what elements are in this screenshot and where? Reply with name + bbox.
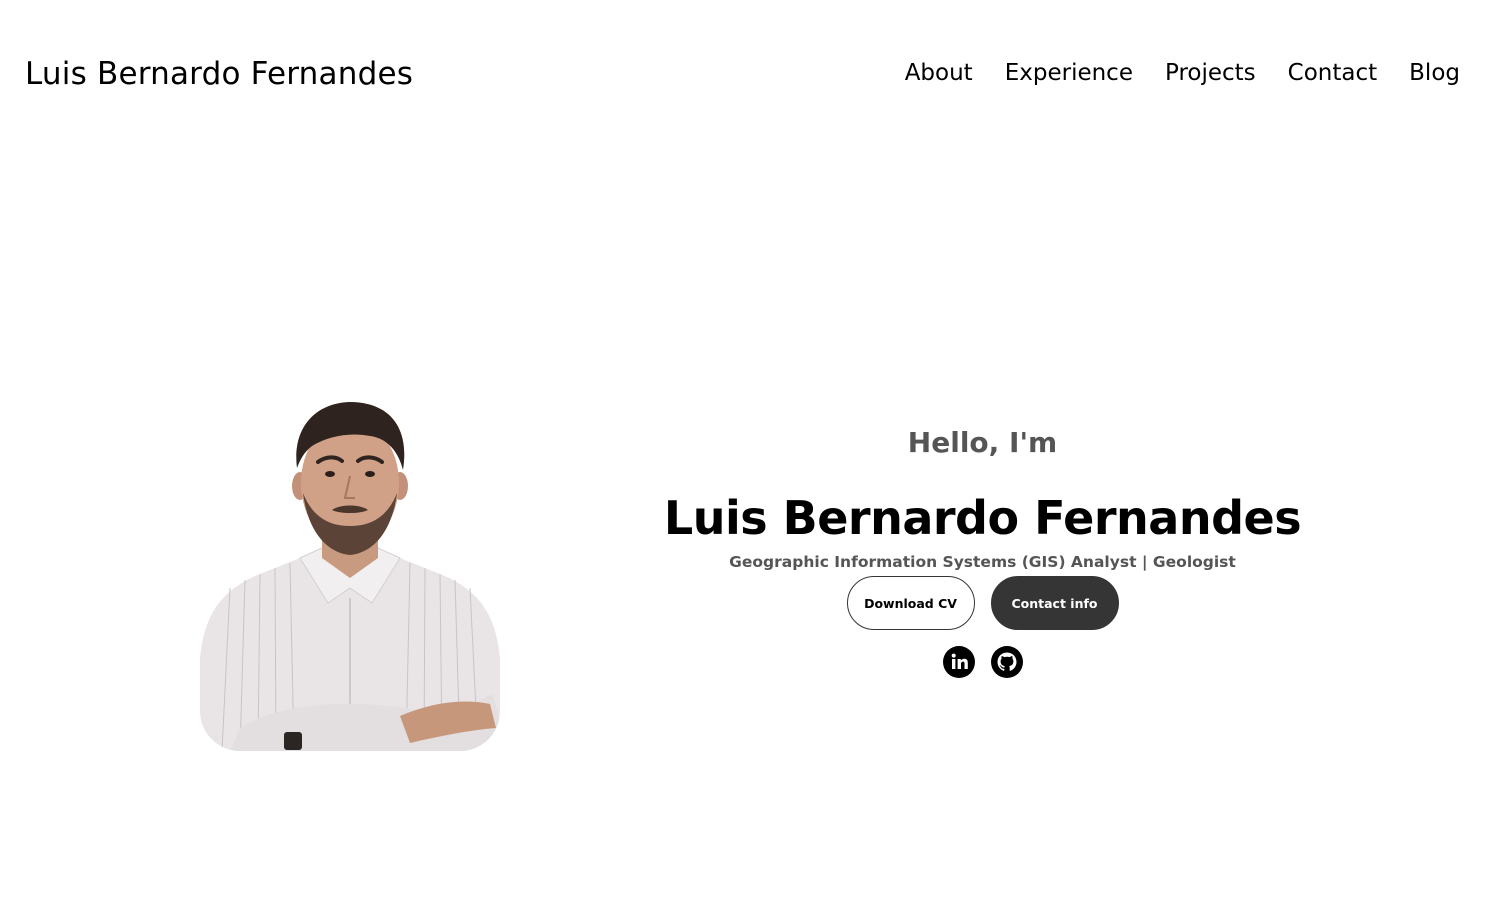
- hero-role: Geographic Information Systems (GIS) Ana…: [729, 553, 1236, 571]
- download-cv-button[interactable]: Download CV: [846, 576, 975, 630]
- nav-link-contact[interactable]: Contact: [1288, 60, 1377, 86]
- main-nav: About Experience Projects Contact Blog: [905, 60, 1460, 86]
- nav-link-blog[interactable]: Blog: [1409, 60, 1460, 86]
- hero-greeting: Hello, I'm: [907, 426, 1058, 459]
- site-header: Luis Bernardo Fernandes About Experience…: [0, 0, 1510, 155]
- nav-item-about: About: [905, 60, 973, 86]
- nav-item-projects: Projects: [1165, 60, 1256, 86]
- linkedin-icon[interactable]: [942, 646, 975, 678]
- site-logo[interactable]: Luis Bernardo Fernandes: [25, 56, 413, 92]
- hero-buttons: Download CV Contact info: [640, 576, 1325, 630]
- social-links: [640, 646, 1325, 678]
- contact-info-button[interactable]: Contact info: [990, 576, 1119, 630]
- github-link[interactable]: [990, 646, 1023, 678]
- nav-link-projects[interactable]: Projects: [1165, 60, 1256, 86]
- nav-item-blog: Blog: [1409, 60, 1460, 86]
- hero-text: Hello, I'm Luis Bernardo Fernandes Geogr…: [640, 420, 1325, 678]
- hero-name: Luis Bernardo Fernandes: [663, 491, 1302, 545]
- nav-item-contact: Contact: [1288, 60, 1377, 86]
- nav-link-experience[interactable]: Experience: [1005, 60, 1133, 86]
- portfolio-page: Luis Bernardo Fernandes About Experience…: [0, 0, 1510, 907]
- github-icon[interactable]: [990, 646, 1023, 678]
- nav-link-about[interactable]: About: [905, 60, 973, 86]
- linkedin-link[interactable]: [942, 646, 975, 678]
- profile-photo-illustration: [200, 402, 500, 751]
- nav-item-experience: Experience: [1005, 60, 1133, 86]
- profile-picture: [200, 398, 500, 751]
